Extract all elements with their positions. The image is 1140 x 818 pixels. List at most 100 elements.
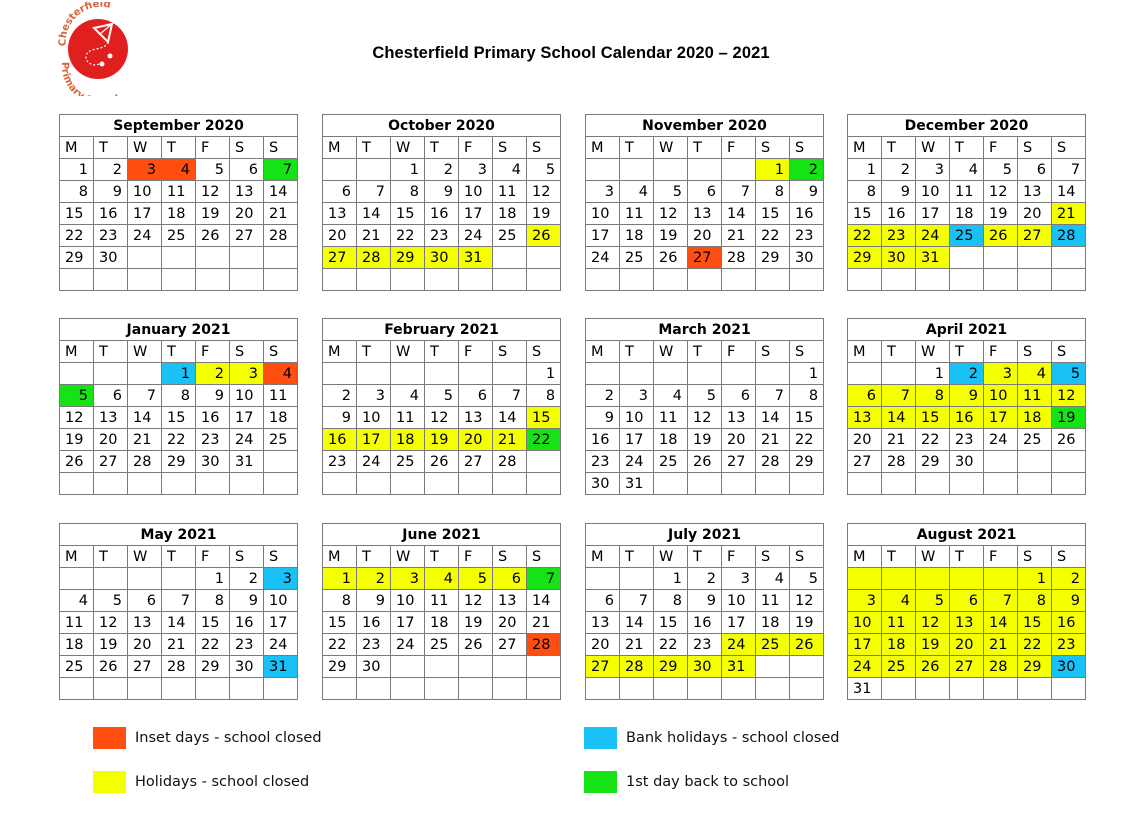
- day-cell: 15: [755, 202, 790, 225]
- empty-cell: [915, 677, 950, 700]
- day-cell: 14: [127, 406, 162, 429]
- day-cell: 8: [755, 180, 790, 203]
- page-title: Chesterfield Primary School Calendar 202…: [0, 44, 1140, 63]
- day-cell-holiday: 26: [915, 655, 950, 678]
- weekday-header: S: [788, 545, 825, 568]
- day-cell: 30: [949, 450, 984, 473]
- day-cell-holiday: 17: [356, 428, 391, 451]
- day-cell: 10: [619, 406, 654, 429]
- day-cell: 16: [93, 202, 128, 225]
- week-row: 16 17 18 19 20 21 22: [322, 428, 562, 451]
- week-row: 8 9 10 11 12 13 14: [59, 180, 299, 203]
- empty-cell: [322, 362, 357, 385]
- day-cell: 12: [424, 406, 459, 429]
- day-cell: 28: [161, 655, 196, 678]
- day-cell-holiday: 3: [229, 362, 264, 385]
- day-cell: 27: [721, 450, 756, 473]
- month-calendar: August 2021 M T W T F S S 1 2 3 4 5 6 7 8 9 10 11 12 13 14 15 1…: [846, 523, 1087, 700]
- day-cell-holiday: 19: [915, 633, 950, 656]
- month-title: November 2020: [584, 114, 825, 137]
- month-calendar: November 2020 M T W T F S S 1 2 3 4 5 6 7 8 9 10 11 12 13 14 1…: [584, 114, 825, 291]
- weekday-header: T: [424, 545, 459, 568]
- week-row: 22 23 24 25 26 27 28: [59, 224, 299, 247]
- legend-label-bank: Bank holidays - school closed: [626, 730, 840, 746]
- empty-cell: [59, 268, 94, 291]
- empty-cell: [322, 158, 357, 181]
- day-cell: 3: [356, 384, 391, 407]
- month-title: March 2021: [584, 318, 825, 341]
- weekday-header: T: [356, 545, 391, 568]
- day-cell: 3: [915, 158, 950, 181]
- empty-cell: [356, 158, 391, 181]
- week-row: [322, 472, 562, 495]
- day-cell: 6: [721, 384, 756, 407]
- month-title: July 2021: [584, 523, 825, 546]
- day-cell-holiday: 21: [1050, 202, 1087, 225]
- day-cell: 13: [458, 406, 493, 429]
- day-cell: 1: [59, 158, 94, 181]
- week-row: 25 26 27 28 29 30 31: [59, 655, 299, 678]
- weekday-header: T: [881, 136, 916, 159]
- day-cell: 29: [755, 246, 790, 269]
- empty-cell: [619, 567, 654, 590]
- day-cell-holiday: 6: [492, 567, 527, 590]
- day-cell: 1: [915, 362, 950, 385]
- empty-cell: [262, 472, 299, 495]
- weekday-header: T: [356, 340, 391, 363]
- day-cell: 12: [195, 180, 230, 203]
- day-cell: 19: [653, 224, 688, 247]
- day-cell: 4: [492, 158, 527, 181]
- bank-holiday-swatch: [584, 727, 617, 749]
- day-cell: 28: [881, 450, 916, 473]
- day-cell-holiday: 9: [1050, 589, 1087, 612]
- day-cell-back: 7: [262, 158, 299, 181]
- day-cell: 15: [59, 202, 94, 225]
- empty-cell: [653, 472, 688, 495]
- weekday-header: S: [755, 545, 790, 568]
- day-cell: 22: [161, 428, 196, 451]
- week-row: 3456789: [585, 180, 825, 203]
- day-cell: 20: [93, 428, 128, 451]
- weekday-header: T: [93, 545, 128, 568]
- empty-cell: [949, 472, 984, 495]
- week-row: 2345678: [322, 384, 562, 407]
- week-row: 9 10 11 12 13 14 15: [322, 406, 562, 429]
- day-cell: 19: [458, 611, 493, 634]
- day-cell: 29: [915, 450, 950, 473]
- empty-cell: [424, 677, 459, 700]
- day-cell: 8: [653, 589, 688, 612]
- day-cell: 6: [322, 180, 357, 203]
- day-cell-holiday: 1: [1017, 567, 1052, 590]
- empty-cell: [788, 655, 825, 678]
- month-title: August 2021: [846, 523, 1087, 546]
- weekday-header: S: [1050, 340, 1087, 363]
- weekday-header: W: [390, 340, 425, 363]
- day-cell: 13: [687, 202, 722, 225]
- day-cell-holiday: 7: [983, 589, 1018, 612]
- day-cell: 8: [322, 589, 357, 612]
- empty-cell: [229, 472, 264, 495]
- day-cell: 17: [585, 224, 620, 247]
- week-row: 20 21 22 23 24 25 26: [847, 428, 1087, 451]
- month-title: September 2020: [58, 114, 299, 137]
- empty-cell: [262, 246, 299, 269]
- day-cell-back: 19: [1050, 406, 1087, 429]
- day-cell: 20: [687, 224, 722, 247]
- day-cell: 22: [59, 224, 94, 247]
- week-row: 1: [585, 362, 825, 385]
- day-cell-bank: 1: [161, 362, 196, 385]
- day-cell-holiday: 28: [619, 655, 654, 678]
- empty-cell: [390, 655, 425, 678]
- day-cell: 24: [127, 224, 162, 247]
- week-row: 6 7 8 9 10 11 12: [322, 180, 562, 203]
- week-row: [59, 268, 299, 291]
- empty-cell: [983, 677, 1018, 700]
- day-cell: 23: [949, 428, 984, 451]
- month-calendar: June 2021 M T W T F S S 1 2 3 4 5 6 7 8 9 10 11 12 13 14 15 16 1…: [321, 523, 562, 700]
- day-cell: 30: [229, 655, 264, 678]
- day-cell: 24: [585, 246, 620, 269]
- day-cell: 13: [492, 589, 527, 612]
- month-title: February 2021: [321, 318, 562, 341]
- day-cell: 11: [755, 589, 790, 612]
- empty-cell: [458, 655, 493, 678]
